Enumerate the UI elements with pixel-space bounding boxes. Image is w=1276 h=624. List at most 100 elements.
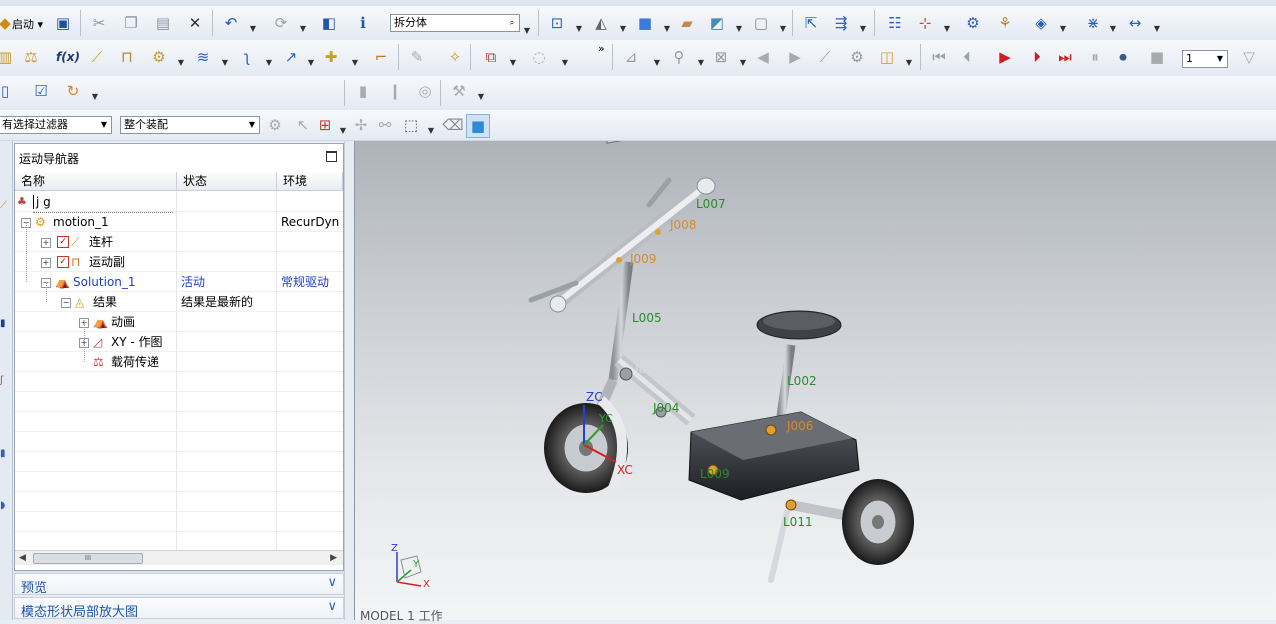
filter-settings-icon[interactable]: ⚙ bbox=[264, 114, 286, 136]
animation-cube-icon[interactable]: ◫ bbox=[876, 46, 898, 68]
column-header-name[interactable]: 名称 bbox=[15, 172, 177, 191]
scroll-left-icon[interactable]: ◀ bbox=[19, 551, 26, 565]
assembly-dropdown-icon[interactable]: ▼ bbox=[858, 18, 868, 40]
resource-tab-icon[interactable]: ⟋ bbox=[0, 200, 7, 211]
rectangle-select-icon[interactable]: ⬚ bbox=[400, 114, 422, 136]
preview-panel[interactable]: 预览 ∨ bbox=[14, 573, 344, 596]
tree-row-solution[interactable]: − ⛺ Solution_1 活动 常规驱动 bbox=[15, 272, 343, 292]
delete-icon[interactable]: ✕ bbox=[184, 12, 206, 34]
snap-point-icon[interactable]: ✢ bbox=[350, 114, 372, 136]
link-label-l007[interactable]: L007 bbox=[696, 197, 726, 211]
spring-dropdown-icon[interactable]: ▼ bbox=[220, 52, 230, 74]
start-button[interactable]: 启动 ▾ bbox=[12, 16, 43, 32]
joint-label-j004[interactable]: J004 bbox=[653, 401, 679, 415]
stop-icon[interactable]: ■ bbox=[1146, 46, 1168, 68]
step-combo[interactable]: 1 ▼ bbox=[1182, 50, 1228, 68]
orient-view-icon[interactable]: ◩ bbox=[706, 12, 728, 34]
background-color-icon[interactable]: ▢ bbox=[750, 12, 772, 34]
packaging-icon[interactable]: ⊠ bbox=[710, 46, 732, 68]
link-tool-icon[interactable]: ⟋ bbox=[86, 46, 108, 68]
measure-dropdown-icon[interactable]: ▼ bbox=[1152, 18, 1162, 40]
tree-row-results[interactable]: − ◬ 结果 结果是最新的 bbox=[15, 292, 343, 312]
disk-icon[interactable]: ◎ bbox=[414, 80, 436, 102]
play-icon[interactable]: ▶ bbox=[994, 46, 1016, 68]
packaging-dropdown-icon[interactable]: ▼ bbox=[738, 52, 748, 74]
selection-type-combo[interactable]: 拆分体 ⌕ bbox=[390, 14, 520, 32]
gear-dropdown-icon[interactable]: ▼ bbox=[176, 52, 186, 74]
chevron-down-icon[interactable]: ∨ bbox=[327, 599, 337, 614]
point-load-icon[interactable]: ✚ bbox=[320, 46, 342, 68]
fit-view-icon[interactable]: ⊡ bbox=[546, 12, 568, 34]
contact-icon[interactable]: ⧉ bbox=[480, 46, 502, 68]
tool-settings-icon[interactable]: ⚒ bbox=[448, 80, 470, 102]
joint-marker[interactable] bbox=[655, 229, 661, 235]
explode-icon[interactable]: ⚙ bbox=[846, 46, 868, 68]
search-icon[interactable]: ⌕ bbox=[505, 15, 519, 31]
driver-icon[interactable]: ⚙ bbox=[962, 12, 984, 34]
constraint-dropdown-icon[interactable]: ▼ bbox=[264, 52, 274, 74]
fit-dropdown-icon[interactable]: ▼ bbox=[574, 18, 584, 40]
record-icon[interactable]: ⏺ bbox=[1112, 46, 1134, 68]
layer-settings-icon[interactable]: ◧ bbox=[318, 12, 340, 34]
joint-label-j009[interactable]: J009 bbox=[630, 252, 656, 266]
graphics-viewport[interactable]: L007 J008 J009 L005 L002 J005 J004 J006 … bbox=[354, 141, 1276, 623]
move-component-icon[interactable]: ⇱ bbox=[800, 12, 822, 34]
battery-body[interactable] bbox=[688, 411, 860, 501]
link-label-l011[interactable]: L011 bbox=[783, 515, 813, 529]
joint-label-j006[interactable]: J006 bbox=[787, 419, 813, 433]
checklist-icon[interactable]: ☑ bbox=[30, 80, 52, 102]
eraser-icon[interactable]: ⌫ bbox=[442, 114, 464, 136]
paste-icon[interactable]: ▤ bbox=[152, 12, 174, 34]
marker-dropdown-icon[interactable]: ▼ bbox=[1058, 18, 1068, 40]
joint-label-j005[interactable]: J005 bbox=[635, 362, 661, 376]
next-icon[interactable]: ▶ bbox=[784, 46, 806, 68]
orient-dropdown-icon[interactable]: ▼ bbox=[734, 18, 744, 40]
cylinder-icon[interactable]: ▮ bbox=[352, 80, 374, 102]
render-style-icon[interactable]: ◭ bbox=[590, 12, 612, 34]
probe-dropdown-icon[interactable]: ▼ bbox=[696, 52, 706, 74]
tree-row-links[interactable]: + ✓ ⟋ 连杆 bbox=[15, 232, 343, 252]
graph-icon[interactable]: ⊿ bbox=[620, 46, 642, 68]
column-header-status[interactable]: 状态 bbox=[177, 172, 277, 191]
probe-icon[interactable]: ⚲ bbox=[668, 46, 690, 68]
navigator-search-input[interactable]: j g bbox=[33, 192, 173, 213]
rewind-icon[interactable]: ⏮ bbox=[928, 46, 950, 68]
tree-row-load-transfer[interactable]: ⚖ 载荷传递 bbox=[15, 352, 343, 372]
spring-tool-icon[interactable]: ❙ bbox=[384, 80, 406, 102]
mass-properties-icon[interactable]: ⚖ bbox=[20, 46, 42, 68]
toolbar-overflow-icon[interactable]: » bbox=[598, 42, 605, 55]
pick-icon[interactable]: ⚯ bbox=[374, 114, 396, 136]
resource-tab-icon[interactable]: ʃ bbox=[0, 375, 3, 386]
more-options-icon[interactable]: ▽ bbox=[1238, 46, 1260, 68]
link-label-l009[interactable]: L009 bbox=[700, 467, 730, 481]
fast-forward-icon[interactable]: ⏭ bbox=[1054, 46, 1076, 68]
repeat-command-icon[interactable]: ⟳ bbox=[270, 12, 292, 34]
contact-dropdown-icon[interactable]: ▼ bbox=[508, 52, 518, 74]
load-dropdown-icon[interactable]: ▼ bbox=[350, 52, 360, 74]
collapse-icon[interactable]: − bbox=[61, 298, 71, 308]
force-dropdown-icon[interactable]: ▼ bbox=[306, 52, 316, 74]
animation-dropdown-icon[interactable]: ▼ bbox=[904, 52, 914, 74]
flexible-body-icon[interactable]: ◌ bbox=[528, 46, 550, 68]
view-panel-icon[interactable]: ▯ bbox=[0, 80, 16, 102]
joint-icon[interactable]: ⊓ bbox=[116, 46, 138, 68]
step-forward-icon[interactable]: ⏵ bbox=[1026, 46, 1048, 68]
joint-marker[interactable] bbox=[616, 257, 622, 263]
pen-icon[interactable]: ✎ bbox=[406, 46, 428, 68]
chevron-down-icon[interactable]: ∨ bbox=[327, 575, 337, 590]
selection-dropdown-icon[interactable]: ▼ bbox=[522, 20, 532, 42]
marker-icon[interactable]: ◈ bbox=[1030, 12, 1052, 34]
spring-icon[interactable]: ≋ bbox=[192, 46, 214, 68]
previous-icon[interactable]: ◀ bbox=[752, 46, 774, 68]
visibility-checkbox[interactable]: ✓ bbox=[57, 256, 69, 268]
function-icon[interactable]: f(x) bbox=[56, 50, 80, 64]
assembly-constraints-icon[interactable]: ⇶ bbox=[830, 12, 852, 34]
section-view-icon[interactable]: ▰ bbox=[676, 12, 698, 34]
resource-tab-icon[interactable]: ▮ bbox=[0, 318, 6, 329]
chevron-down-icon[interactable]: ▼ bbox=[97, 117, 111, 133]
expand-icon[interactable]: + bbox=[41, 258, 51, 268]
joint-wizard-icon[interactable]: ⊹ bbox=[914, 12, 936, 34]
resource-tab-icon[interactable]: ▮ bbox=[0, 448, 6, 459]
render-dropdown-icon[interactable]: ▼ bbox=[618, 18, 628, 40]
trace-icon[interactable]: ⟋ bbox=[814, 46, 836, 68]
